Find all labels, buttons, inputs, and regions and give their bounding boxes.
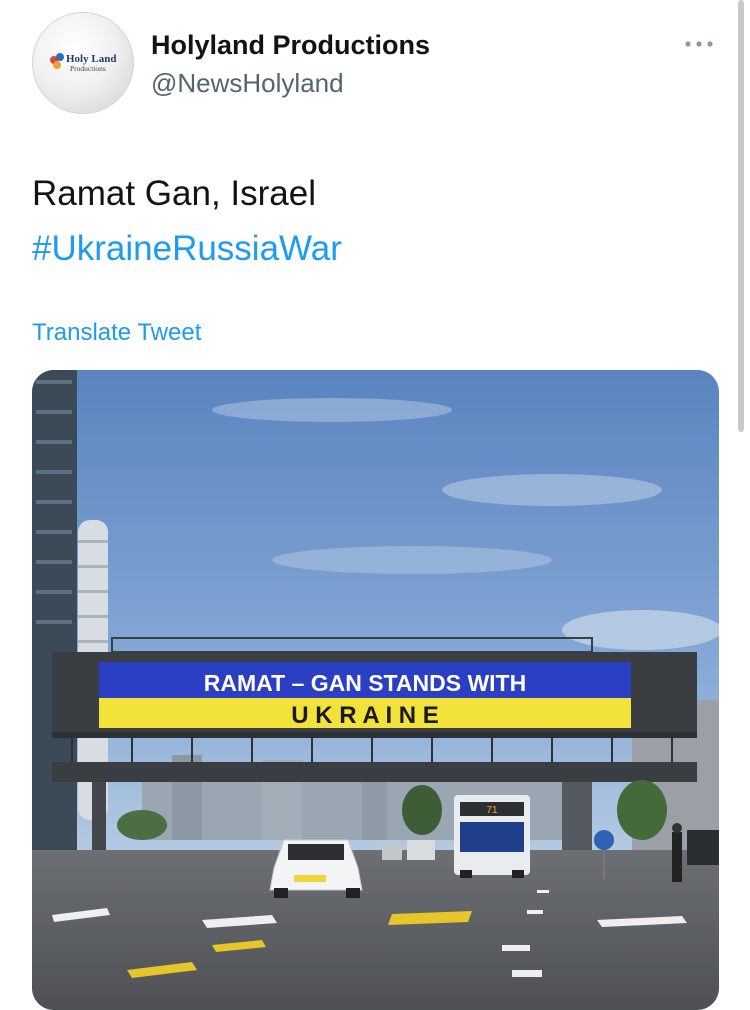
page-scrollbar[interactable]: [738, 0, 744, 432]
avatar[interactable]: Holy Land Productions: [32, 12, 134, 114]
translate-tweet-link[interactable]: Translate Tweet: [32, 319, 201, 347]
avatar-logo-line2: Productions: [70, 64, 106, 73]
more-options-button[interactable]: [683, 34, 717, 54]
banner-line1: RAMAT – GAN STANDS WITH: [204, 670, 526, 696]
tweet-photo[interactable]: RAMAT – GAN STANDS WITH U K R A I N E 71: [32, 370, 719, 1010]
user-handle[interactable]: @NewsHolyland: [151, 68, 344, 99]
hashtag-link[interactable]: #UkraineRussiaWar: [32, 221, 342, 276]
photo-scene: RAMAT – GAN STANDS WITH U K R A I N E 71: [32, 370, 719, 1010]
tweet-text-line: Ramat Gan, Israel: [32, 174, 316, 213]
display-name[interactable]: Holyland Productions: [151, 30, 430, 61]
banner-line2: U K R A I N E: [291, 702, 439, 729]
holy-land-logo: Holy Land Productions: [50, 53, 116, 73]
more-horizontal-icon: [685, 41, 713, 47]
bus-route-number: 71: [486, 805, 498, 816]
tweet-body: Ramat Gan, Israel #UkraineRussiaWar: [32, 166, 342, 276]
